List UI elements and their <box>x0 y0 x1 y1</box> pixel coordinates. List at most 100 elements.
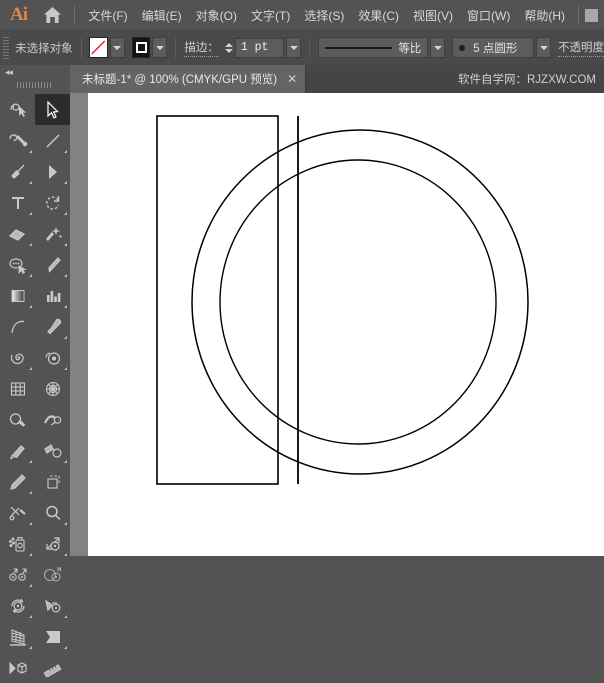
tool-extra-indicator <box>64 615 67 618</box>
menu-view[interactable]: 视图(V) <box>406 3 460 28</box>
tool-extra-indicator <box>29 181 32 184</box>
collapse-panel-icon[interactable]: ◂◂ <box>5 68 12 77</box>
canvas-area[interactable] <box>70 93 604 556</box>
close-icon[interactable]: ✕ <box>287 73 297 85</box>
variable-width-profile[interactable]: 等比 <box>318 37 428 58</box>
tool-rotate[interactable] <box>35 187 70 218</box>
artwork-svg[interactable] <box>88 93 604 556</box>
tool-extra-indicator <box>64 274 67 277</box>
workspace-switcher-icon[interactable] <box>585 9 598 22</box>
control-bar-grip[interactable] <box>3 37 9 59</box>
stroke-swatch[interactable] <box>132 37 151 58</box>
menu-object[interactable]: 对象(O) <box>189 3 244 28</box>
tool-scissors[interactable] <box>0 497 35 528</box>
tool-extra-indicator <box>29 367 32 370</box>
tool-zoom[interactable] <box>35 497 70 528</box>
tool-extra-indicator <box>29 491 32 494</box>
tool-lasso[interactable] <box>0 249 35 280</box>
tool-symbol-sprayer[interactable] <box>0 528 35 559</box>
menu-edit[interactable]: 编辑(E) <box>135 3 189 28</box>
stroke-weight-stepper[interactable] <box>225 43 233 53</box>
menu-type[interactable]: 文字(T) <box>244 3 297 28</box>
tool-perspective-grid[interactable] <box>0 621 35 652</box>
tool-extra-indicator <box>29 460 32 463</box>
tool-extra-indicator <box>64 646 67 649</box>
tool-magic-wand[interactable] <box>0 125 35 156</box>
menu-bar: Ai 文件(F) 编辑(E) 对象(O) 文字(T) 选择(S) 效果(C) 视… <box>0 0 604 31</box>
tool-slice[interactable] <box>35 621 70 652</box>
tool-extra-indicator <box>29 646 32 649</box>
tool-extra-indicator <box>29 212 32 215</box>
selection-status: 未选择对象 <box>15 40 73 56</box>
tool-spiral[interactable] <box>0 342 35 373</box>
tool-column-graph[interactable] <box>35 280 70 311</box>
tool-type[interactable] <box>0 187 35 218</box>
chevron-down-icon <box>156 46 164 50</box>
tool-scale[interactable] <box>35 528 70 559</box>
fill-swatch[interactable] <box>89 37 108 58</box>
home-icon[interactable] <box>37 0 68 30</box>
profile-caret[interactable] <box>430 37 445 58</box>
tools-panel-header: ◂◂ <box>0 65 70 79</box>
stroke-dropdown-caret[interactable] <box>152 37 167 58</box>
menubar-right-group <box>572 6 604 24</box>
tool-direct-selection[interactable] <box>35 156 70 187</box>
tool-3d-extrude[interactable] <box>0 652 35 683</box>
tool-gradient[interactable] <box>0 280 35 311</box>
stroke-weight-input[interactable]: 1 pt <box>235 38 285 58</box>
tool-knife[interactable] <box>0 466 35 497</box>
menu-window[interactable]: 窗口(W) <box>460 3 517 28</box>
menu-effect[interactable]: 效果(C) <box>351 3 406 28</box>
tool-polar-grid[interactable] <box>35 373 70 404</box>
tool-selection[interactable] <box>35 94 70 125</box>
tool-pencil[interactable] <box>0 435 35 466</box>
tool-blob-brush[interactable] <box>35 342 70 373</box>
tool-free-transform[interactable] <box>35 559 70 590</box>
stepper-down-icon <box>225 49 233 53</box>
menu-select[interactable]: 选择(S) <box>297 3 351 28</box>
tool-shaper[interactable] <box>0 94 35 125</box>
brush-definition[interactable]: 5 点圆形 <box>452 37 534 58</box>
tool-extra-indicator <box>64 367 67 370</box>
tool-live-paint[interactable] <box>35 435 70 466</box>
tool-rectangular-grid[interactable] <box>0 373 35 404</box>
tool-artboard[interactable] <box>35 466 70 497</box>
chevron-down-icon <box>540 46 548 50</box>
tool-eraser[interactable] <box>0 218 35 249</box>
stroke-weight-caret[interactable] <box>286 37 301 58</box>
menu-help[interactable]: 帮助(H) <box>517 3 572 28</box>
tool-blend[interactable] <box>0 559 35 590</box>
tall-rectangle[interactable] <box>157 116 278 484</box>
chevron-down-icon <box>290 46 298 50</box>
fill-dropdown-caret[interactable] <box>110 37 125 58</box>
tool-pen[interactable] <box>35 249 70 280</box>
app-logo: Ai <box>0 0 37 30</box>
tool-extra-indicator <box>64 181 67 184</box>
round-brush-icon <box>459 45 465 51</box>
tool-puppet-warp[interactable] <box>35 590 70 621</box>
menu-file[interactable]: 文件(F) <box>81 3 134 28</box>
tool-shape-builder[interactable] <box>0 404 35 435</box>
tool-paintbrush[interactable] <box>0 156 35 187</box>
menu-item-list: 文件(F) 编辑(E) 对象(O) 文字(T) 选择(S) 效果(C) 视图(V… <box>81 3 572 28</box>
tool-extra-indicator <box>64 522 67 525</box>
tool-grid <box>0 94 70 683</box>
menu-divider <box>74 6 75 24</box>
tool-width[interactable] <box>35 404 70 435</box>
stepper-up-icon <box>225 43 233 47</box>
tool-line-segment[interactable] <box>35 125 70 156</box>
tools-panel-grip[interactable] <box>17 82 53 88</box>
tool-extra-indicator <box>64 305 67 308</box>
tool-eyedropper[interactable] <box>35 311 70 342</box>
tool-extra-indicator <box>29 305 32 308</box>
artboard[interactable] <box>88 93 604 556</box>
opacity-label[interactable]: 不透明度 <box>558 39 604 57</box>
tool-curvature[interactable] <box>0 311 35 342</box>
tool-measure[interactable] <box>35 652 70 683</box>
brush-caret[interactable] <box>536 37 551 58</box>
tool-magic-sparkle[interactable] <box>35 218 70 249</box>
tool-rotate-warp[interactable] <box>0 590 35 621</box>
stroke-weight-label[interactable]: 描边： <box>184 39 219 57</box>
document-tab[interactable]: 未标题-1* @ 100% (CMYK/GPU 预览) ✕ <box>70 65 306 93</box>
tool-extra-indicator <box>64 243 67 246</box>
